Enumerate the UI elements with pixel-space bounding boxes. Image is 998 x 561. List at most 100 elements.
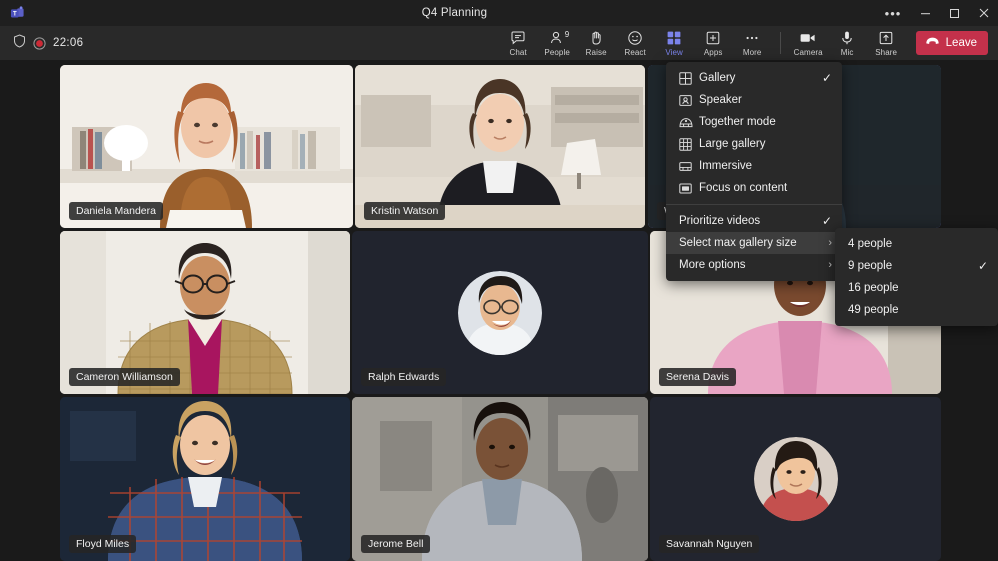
apps-plus-icon [705,30,721,46]
participant-tile[interactable]: Kristin Watson [355,65,645,228]
leave-button[interactable]: Leave [916,31,988,55]
immersive-icon [679,160,699,173]
gallery-size-submenu: 4 people 9 people ✓ 16 people 49 people [835,228,998,326]
menu-label-speaker: Speaker [699,94,832,106]
meeting-timer: 22:06 [53,37,83,49]
gallery-grid-icon [679,72,699,85]
participant-tile[interactable]: Ralph Edwards [352,231,648,394]
participant-name: Savannah Nguyen [659,535,759,553]
toolbar-label-apps: Apps [704,48,723,57]
leave-button-label: Leave [946,37,977,49]
check-icon: ✓ [822,214,832,228]
menu-item-large-gallery[interactable]: Large gallery [666,133,842,155]
raise-hand-icon [588,30,604,46]
microphone-icon [839,30,855,46]
participant-name: Floyd Miles [69,535,136,553]
toolbar-label-share: Share [875,48,897,57]
check-icon: ✓ [822,71,832,85]
participant-name: Jerome Bell [361,535,430,553]
menu-label-prioritize-videos: Prioritize videos [679,215,822,227]
toolbar-button-react[interactable]: React [616,26,655,60]
record-dot-icon[interactable] [33,37,46,50]
toolbar-divider [780,32,781,54]
camera-icon [799,30,817,46]
toolbar-button-more[interactable]: More [733,26,772,60]
toolbar-button-people[interactable]: 9 People [538,26,577,60]
toolbar-label-mic: Mic [841,48,854,57]
submenu-label-49-people: 49 people [848,304,988,316]
participant-name: Daniela Mandera [69,202,163,220]
participant-name: Kristin Watson [364,202,445,220]
chevron-right-icon: › [828,259,832,271]
toolbar-label-people: People [544,48,570,57]
toolbar-label-view: View [665,48,683,57]
submenu-item-4-people[interactable]: 4 people [835,233,998,255]
menu-label-focus-on-content: Focus on content [699,182,832,194]
participant-name: Cameron Williamson [69,368,180,386]
participant-name: Ralph Edwards [361,368,446,386]
submenu-label-9-people: 9 people [848,260,978,272]
window-title: Q4 Planning [34,7,875,19]
toolbar-label-raise: Raise [586,48,607,57]
menu-item-gallery[interactable]: Gallery ✓ [666,67,842,89]
large-gallery-icon [679,138,699,151]
menu-label-gallery: Gallery [699,72,822,84]
view-dropdown-menu: Gallery ✓ Speaker Together mode Large ga… [666,62,842,281]
toolbar-button-raise[interactable]: Raise [577,26,616,60]
participant-tile[interactable]: Jerome Bell [352,397,648,561]
menu-item-together-mode[interactable]: Together mode [666,111,842,133]
submenu-item-49-people[interactable]: 49 people [835,299,998,321]
participant-name: Serena Davis [659,368,736,386]
meeting-toolbar: 22:06 Chat 9 People Raise [0,26,998,60]
menu-separator [666,204,842,205]
device-controls: Camera Mic Share Leave [789,26,998,60]
window-controls: ••• [875,0,998,26]
shield-icon[interactable] [13,34,26,53]
toolbar-button-mic[interactable]: Mic [828,26,867,60]
submenu-label-16-people: 16 people [848,282,988,294]
together-mode-icon [679,116,699,129]
close-icon[interactable] [969,0,998,26]
participant-tile[interactable]: Savannah Nguyen [650,397,941,561]
check-icon: ✓ [978,259,988,273]
menu-item-focus-on-content[interactable]: Focus on content [666,177,842,199]
minimize-icon[interactable] [911,0,940,26]
toolbar-actions: Chat 9 People Raise React [200,26,789,60]
share-screen-icon [878,30,894,46]
meeting-status-group: 22:06 [0,34,200,53]
svg-text:T: T [12,11,16,17]
menu-item-speaker[interactable]: Speaker [666,89,842,111]
toolbar-label-react: React [624,48,645,57]
people-icon: 9 [549,30,565,46]
menu-label-large-gallery: Large gallery [699,138,832,150]
titlebar-more-icon[interactable]: ••• [875,0,911,26]
maximize-icon[interactable] [940,0,969,26]
menu-item-select-max-gallery-size[interactable]: Select max gallery size › [666,232,842,254]
menu-item-more-options[interactable]: More options › [666,254,842,276]
toolbar-button-apps[interactable]: Apps [694,26,733,60]
react-smiley-icon [627,30,643,46]
avatar [458,271,542,355]
menu-item-immersive[interactable]: Immersive [666,155,842,177]
toolbar-button-chat[interactable]: Chat [499,26,538,60]
participant-tile[interactable]: Floyd Miles [60,397,350,561]
toolbar-label-camera: Camera [794,48,823,57]
toolbar-label-more: More [743,48,762,57]
more-dots-icon [744,30,760,46]
menu-item-prioritize-videos[interactable]: Prioritize videos ✓ [666,210,842,232]
toolbar-button-view[interactable]: View [655,26,694,60]
title-bar: T Q4 Planning ••• [0,0,998,26]
view-grid-icon [666,30,682,46]
avatar [754,437,838,521]
participant-tile[interactable]: Daniela Mandera [60,65,353,228]
speaker-person-icon [679,94,699,107]
menu-label-together-mode: Together mode [699,116,832,128]
participant-tile[interactable]: Cameron Williamson [60,231,350,394]
toolbar-button-camera[interactable]: Camera [789,26,828,60]
teams-logo-icon: T [0,0,34,26]
chevron-right-icon: › [828,237,832,249]
toolbar-button-share[interactable]: Share [867,26,906,60]
submenu-item-9-people[interactable]: 9 people ✓ [835,255,998,277]
focus-content-icon [679,182,699,195]
submenu-item-16-people[interactable]: 16 people [835,277,998,299]
